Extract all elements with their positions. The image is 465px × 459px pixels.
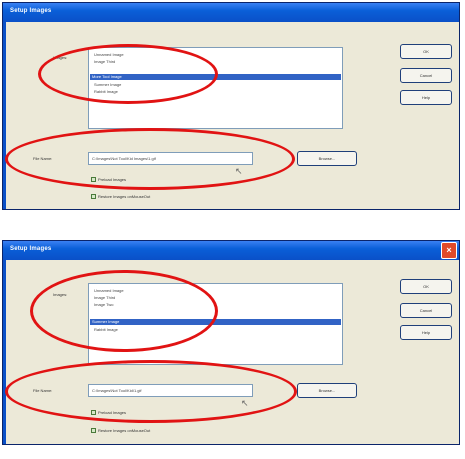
close-icon[interactable]: × [441,242,457,259]
annotation-ellipse-images-list [30,270,218,352]
cancel-button[interactable]: Cancel [400,303,452,318]
help-button[interactable]: Help [400,90,452,105]
dialog-title: Setup Images [10,246,52,252]
cancel-button[interactable]: Cancel [400,68,452,83]
browse-button[interactable]: Browse... [297,151,357,166]
restore-images-checkbox[interactable]: Restore Images onMouseOut [91,427,150,434]
ok-button[interactable]: OK [400,279,452,294]
checkbox-label: Restore Images onMouseOut [98,194,151,199]
window-border [3,22,6,209]
checkbox-icon[interactable] [91,428,96,434]
title-bar[interactable]: Setup Images × [3,241,459,260]
ok-button[interactable]: OK [400,44,452,59]
restore-images-checkbox[interactable]: Restore Images onMouseOut [91,193,150,200]
annotation-ellipse-file-name [5,128,295,190]
dialog-title: Setup Images [10,8,52,14]
checkbox-label: Restore Images onMouseOut [98,428,151,433]
browse-button[interactable]: Browse... [297,383,357,398]
checkbox-icon[interactable] [91,194,96,200]
help-button[interactable]: Help [400,325,452,340]
annotation-ellipse-file-name [5,360,297,423]
annotation-ellipse-images-list [38,44,218,104]
title-bar[interactable]: Setup Images [3,3,459,22]
window-border [3,260,6,444]
